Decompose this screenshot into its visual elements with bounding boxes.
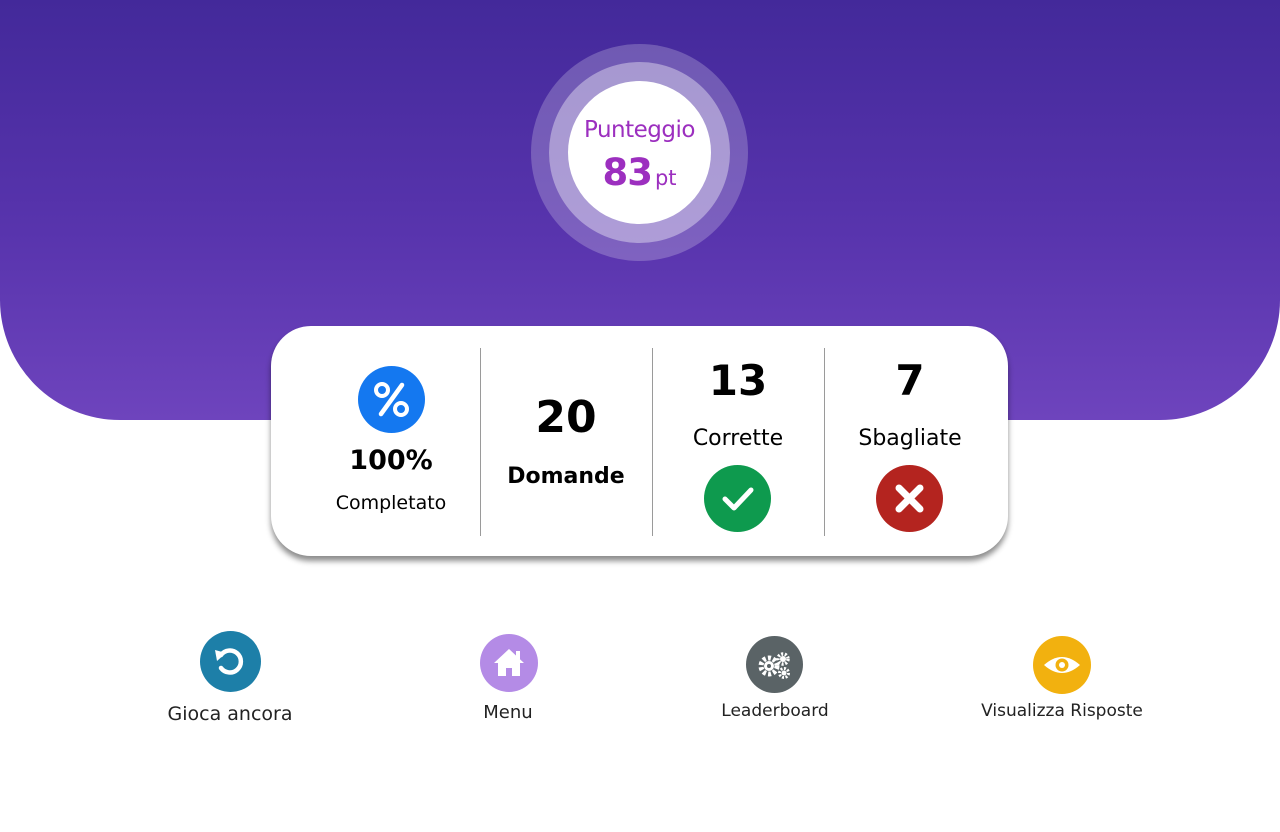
stat-correct: 13 Corrette [653, 326, 823, 556]
view-answers-label: Visualizza Risposte [981, 701, 1143, 721]
questions-value: 20 [535, 392, 597, 443]
score-label: Punteggio [584, 117, 695, 143]
check-icon [704, 465, 771, 532]
score-display: Punteggio 83 pt [568, 81, 711, 224]
percent-icon [358, 366, 425, 433]
completion-value: 100% [349, 445, 433, 476]
correct-label: Corrette [692, 426, 784, 451]
score-value: 83 [602, 151, 652, 194]
play-again-button[interactable]: Gioca ancora [150, 626, 310, 736]
replay-icon [200, 631, 261, 692]
gears-icon [746, 636, 803, 693]
stats-card: 100% Completato 20 Domande 13 Corrette 7… [271, 326, 1008, 556]
stat-completion: 100% Completato [306, 326, 476, 556]
correct-value: 13 [708, 356, 768, 405]
cross-icon [876, 465, 943, 532]
menu-button[interactable]: Menu [448, 626, 568, 736]
view-answers-button[interactable]: Visualizza Risposte [977, 626, 1147, 736]
completion-label: Completato [335, 492, 447, 514]
results-screen: Punteggio 83 pt 100% Completato 20 Doman… [0, 0, 1280, 832]
score-unit: pt [654, 166, 677, 190]
stat-wrong: 7 Sbagliate [825, 326, 995, 556]
eye-icon [1033, 636, 1091, 694]
score-ring: Punteggio 83 pt [531, 44, 748, 261]
score-ring-inner: Punteggio 83 pt [549, 62, 730, 243]
home-icon [480, 634, 538, 692]
leaderboard-button[interactable]: Leaderboard [705, 626, 845, 736]
stat-questions: 20 Domande [481, 326, 651, 556]
leaderboard-label: Leaderboard [721, 701, 829, 721]
play-again-label: Gioca ancora [167, 703, 293, 725]
questions-label: Domande [507, 464, 625, 489]
menu-label: Menu [483, 702, 533, 723]
score-value-row: 83 pt [568, 151, 711, 194]
wrong-value: 7 [895, 356, 925, 405]
wrong-label: Sbagliate [858, 426, 962, 451]
